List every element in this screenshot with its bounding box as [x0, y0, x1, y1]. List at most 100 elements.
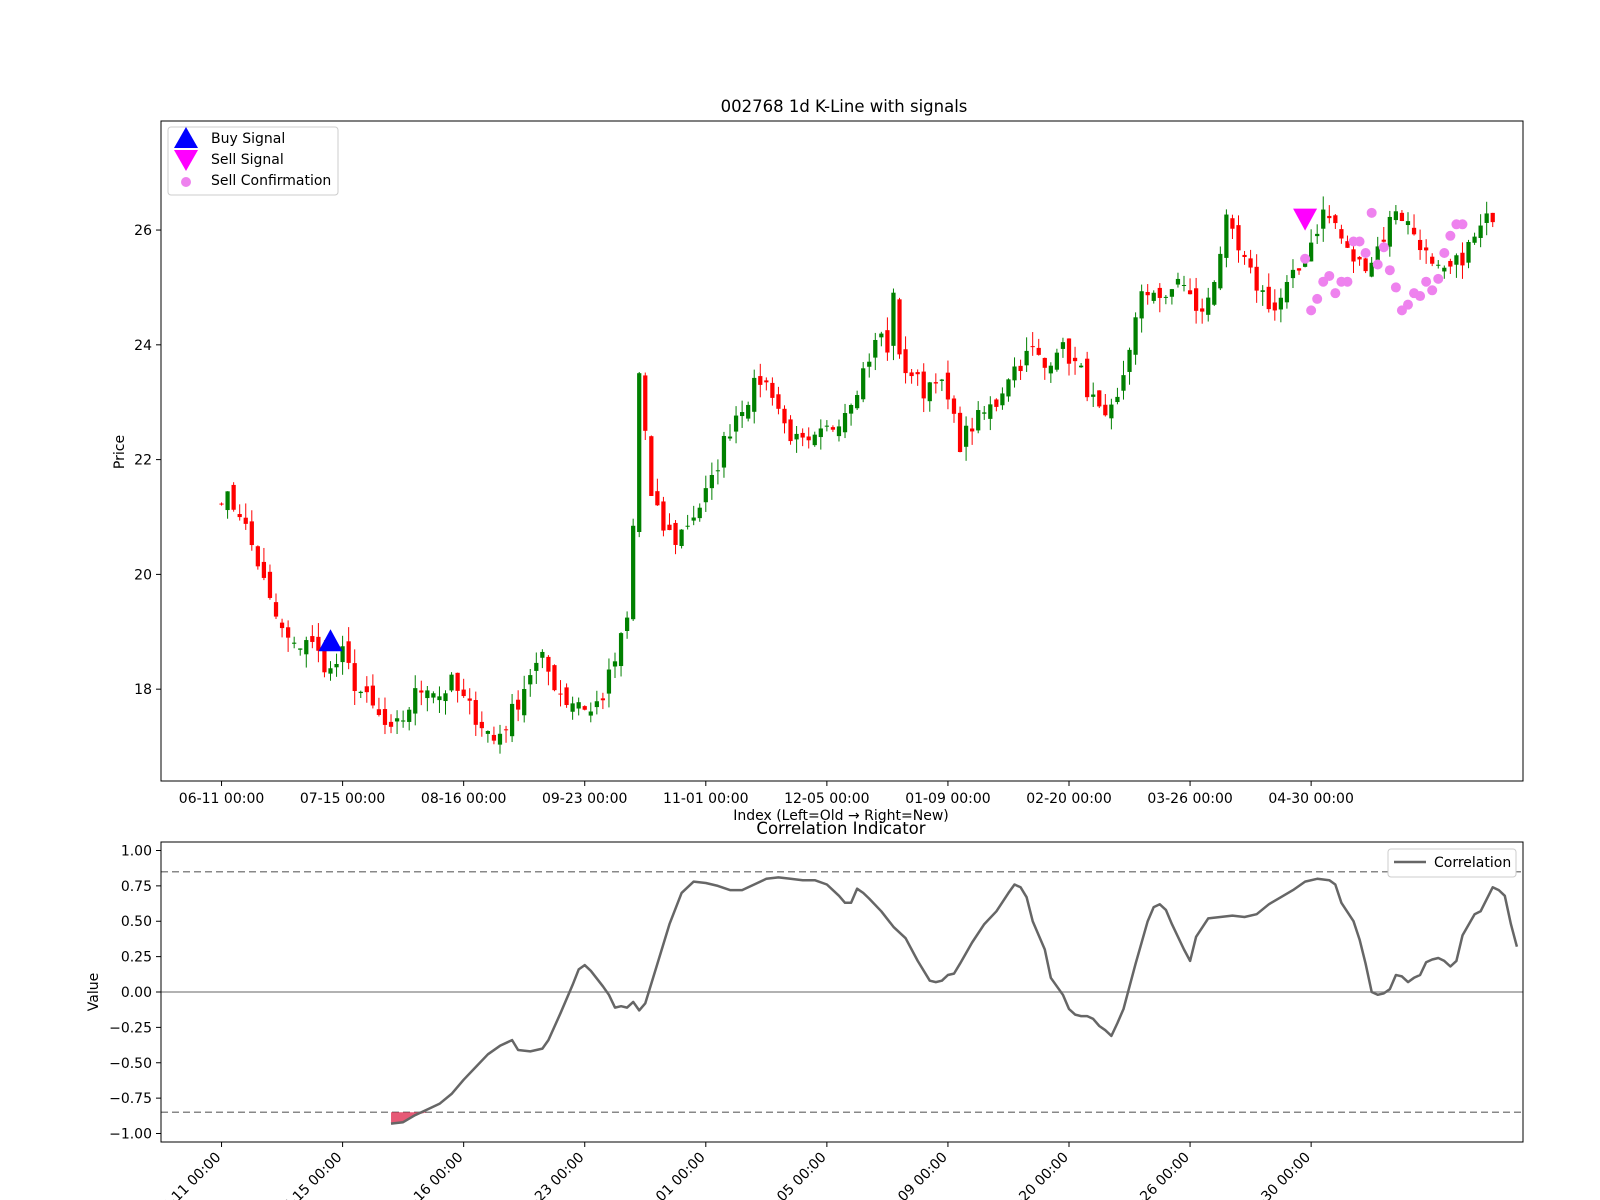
sell-confirmation-marker: [1390, 282, 1401, 293]
candle-down: [1490, 212, 1495, 223]
correlation-x-tick-label: 06-11 00:00: [153, 1150, 225, 1200]
candle-up: [509, 703, 515, 737]
candle-up: [304, 640, 309, 655]
kline-x-tick-label: 04-30 00:00: [1268, 791, 1353, 807]
candle-down: [582, 706, 587, 710]
candle-down: [945, 372, 951, 400]
candle-up: [1442, 267, 1447, 272]
sell-confirmation-marker: [1330, 288, 1341, 299]
candle-up: [1024, 350, 1029, 366]
candle-up: [1387, 216, 1392, 247]
candle-up: [1315, 233, 1320, 237]
candle-up: [873, 339, 878, 358]
candle-down: [782, 408, 787, 424]
candle-down: [316, 636, 321, 651]
correlation-x-tick-label: 02-20 00:00: [1000, 1150, 1072, 1200]
candle-up: [443, 693, 448, 702]
candle-up: [437, 696, 442, 701]
candle-up: [1012, 366, 1017, 381]
sell-confirmation-marker: [1372, 259, 1383, 270]
candle-up: [413, 688, 418, 714]
candle-up: [358, 691, 363, 694]
candle-down: [885, 330, 890, 353]
candle-down: [546, 656, 551, 672]
candle-up: [679, 529, 684, 546]
candle-up: [528, 675, 533, 685]
correlation-x-axis: 06-11 00:00 07-15 00:00 08-16 00:00 09-23 0…: [153, 1142, 1314, 1200]
candle-up: [431, 693, 436, 698]
sell-confirmation-marker: [1421, 276, 1432, 287]
candle-down: [770, 382, 775, 398]
candle-up: [836, 426, 842, 437]
candle-up: [1139, 291, 1144, 319]
correlation-series-line: [390, 876, 1519, 1125]
sell-confirmation-marker: [1312, 293, 1323, 304]
candle-down: [1363, 258, 1368, 272]
candle-up: [842, 413, 848, 433]
candle-up: [1163, 296, 1168, 298]
kline-x-tick-label: 02-20 00:00: [1026, 791, 1111, 807]
candle-down: [1236, 225, 1241, 251]
sell-confirmation-marker: [1378, 242, 1389, 253]
candle-up: [612, 661, 618, 667]
candle-up: [697, 507, 702, 519]
candle-down: [461, 689, 466, 697]
candle-up: [1284, 281, 1290, 303]
candle-up: [618, 633, 624, 667]
candle-down: [231, 484, 236, 510]
kline-x-tick-label: 09-23 00:00: [542, 791, 627, 807]
candle-up: [624, 617, 630, 631]
candle-down: [503, 729, 509, 731]
candle-down: [600, 698, 606, 701]
candle-up: [1133, 317, 1138, 355]
candle-up: [891, 292, 896, 346]
candle-down: [643, 375, 648, 431]
candle-down: [970, 428, 975, 432]
candle-down: [352, 663, 357, 692]
candle-up: [1000, 393, 1005, 406]
sell-confirmation-marker: [1427, 285, 1438, 296]
correlation-y-tick-label: −1.00: [109, 1127, 152, 1143]
kline-y-tick-label: 22: [134, 453, 152, 469]
candle-down: [1296, 268, 1302, 271]
candle-up: [715, 470, 721, 472]
candle-up: [1466, 241, 1471, 263]
candle-up: [1484, 213, 1489, 223]
candle-up: [594, 701, 599, 708]
kline-y-axis: 18 20 22 24 26: [134, 223, 161, 698]
candle-down: [219, 503, 224, 505]
candle-down: [1030, 346, 1035, 348]
kline-x-tick-label: 06-11 00:00: [179, 791, 264, 807]
candle-down: [1097, 390, 1102, 407]
candle-down: [558, 693, 563, 695]
correlation-x-tick-label: 11-01 00:00: [637, 1150, 709, 1200]
candle-down: [1424, 247, 1429, 251]
candle-down: [758, 376, 763, 385]
candle-up: [1290, 269, 1296, 279]
sell-confirmation-marker: [1433, 273, 1444, 284]
candle-up: [1127, 349, 1132, 372]
candle-up: [733, 415, 739, 432]
buy-signal-legend-label: Buy Signal: [211, 131, 285, 147]
candle-down: [1333, 215, 1338, 224]
candle-down: [455, 672, 460, 691]
candle-up: [1393, 211, 1398, 221]
candle-up: [1121, 375, 1126, 391]
candle-up: [976, 410, 981, 431]
sell-confirmation-marker: [1360, 248, 1371, 258]
candle-up: [794, 433, 799, 440]
kline-y-tick-label: 26: [134, 223, 152, 239]
kline-y-tick-label: 18: [134, 682, 152, 698]
correlation-x-tick-label: 08-16 00:00: [395, 1150, 467, 1200]
candle-up: [709, 474, 714, 489]
correlation-y-tick-label: 0.00: [121, 985, 152, 1001]
candle-down: [516, 699, 521, 710]
candle-up: [812, 434, 817, 446]
candle-up: [982, 412, 987, 414]
candle-up: [752, 377, 757, 412]
candle-up: [588, 711, 593, 716]
candle-down: [310, 636, 315, 642]
candle-up: [740, 412, 745, 417]
candle-down: [788, 419, 793, 442]
candle-down: [1272, 302, 1277, 311]
